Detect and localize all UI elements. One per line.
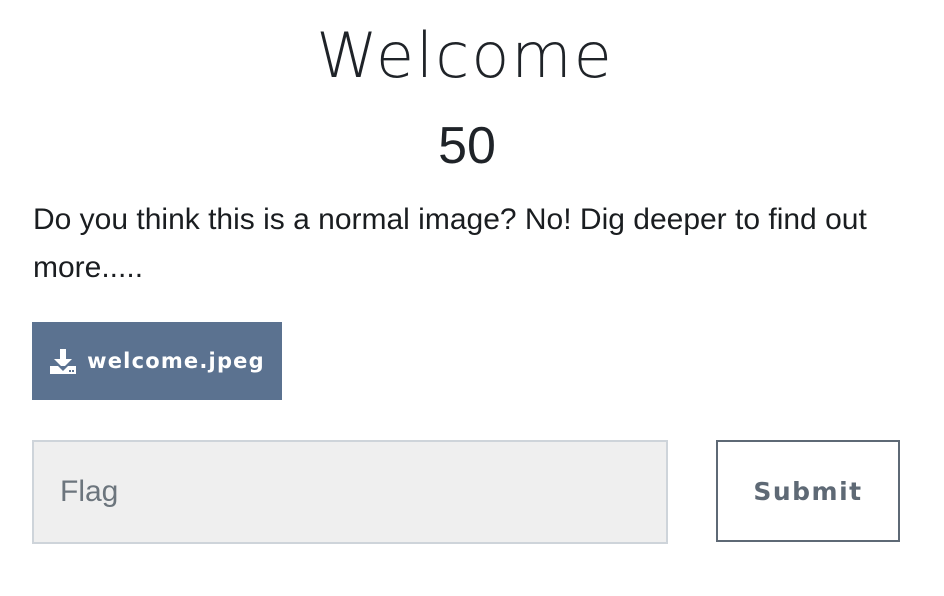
challenge-points: 50: [438, 117, 496, 175]
challenge-title: Welcome: [316, 19, 614, 92]
challenge-window: Welcome 50 Do you think this is a normal…: [0, 0, 944, 596]
download-file-label: welcome.jpeg: [87, 349, 265, 373]
download-file-button[interactable]: welcome.jpeg: [32, 322, 282, 400]
submit-button[interactable]: Submit: [716, 440, 900, 542]
download-icon: [49, 347, 77, 375]
flag-input[interactable]: [32, 440, 668, 544]
challenge-description: Do you think this is a normal image? No!…: [33, 203, 867, 284]
